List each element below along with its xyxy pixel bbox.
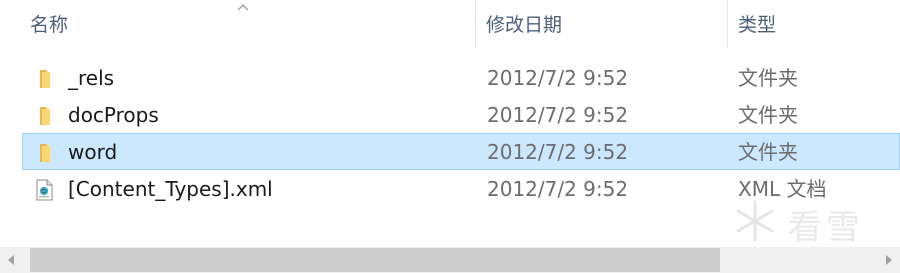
scroll-right-icon[interactable] (886, 255, 892, 265)
watermark: 看雪 (728, 196, 898, 248)
file-modified: 2012/7/2 9:52 (487, 140, 629, 164)
file-name: _rels (68, 66, 115, 90)
scroll-left-icon[interactable] (8, 255, 14, 265)
file-name: word (68, 140, 118, 164)
horizontal-scrollbar[interactable] (0, 247, 900, 273)
snowflake-icon (736, 200, 774, 242)
file-type: 文件夹 (738, 103, 798, 127)
file-row[interactable]: docProps 2012/7/2 9:52 文件夹 (22, 96, 900, 133)
column-header-name[interactable]: 名称 (30, 0, 68, 48)
folder-icon (40, 144, 50, 162)
column-header-bar: 名称 修改日期 类型 (0, 0, 900, 48)
file-row[interactable]: _rels 2012/7/2 9:52 文件夹 (22, 59, 900, 96)
column-divider[interactable] (727, 0, 728, 48)
watermark-text: 看雪 (788, 208, 864, 248)
scrollbar-thumb[interactable] (30, 248, 720, 272)
file-name: docProps (68, 103, 159, 127)
column-divider[interactable] (475, 0, 476, 48)
folder-icon (40, 107, 50, 125)
file-name: [Content_Types].xml (68, 177, 273, 201)
file-modified: 2012/7/2 9:52 (487, 103, 629, 127)
folder-icon (40, 70, 50, 88)
file-row-selected[interactable]: word 2012/7/2 9:52 文件夹 (22, 133, 900, 170)
file-type: 文件夹 (738, 140, 798, 164)
file-modified: 2012/7/2 9:52 (487, 177, 629, 201)
file-type: 文件夹 (738, 66, 798, 90)
sort-ascending-icon (237, 4, 249, 11)
column-header-type[interactable]: 类型 (738, 0, 776, 48)
file-modified: 2012/7/2 9:52 (487, 66, 629, 90)
xml-file-icon (36, 179, 53, 201)
column-header-modified[interactable]: 修改日期 (486, 0, 562, 48)
